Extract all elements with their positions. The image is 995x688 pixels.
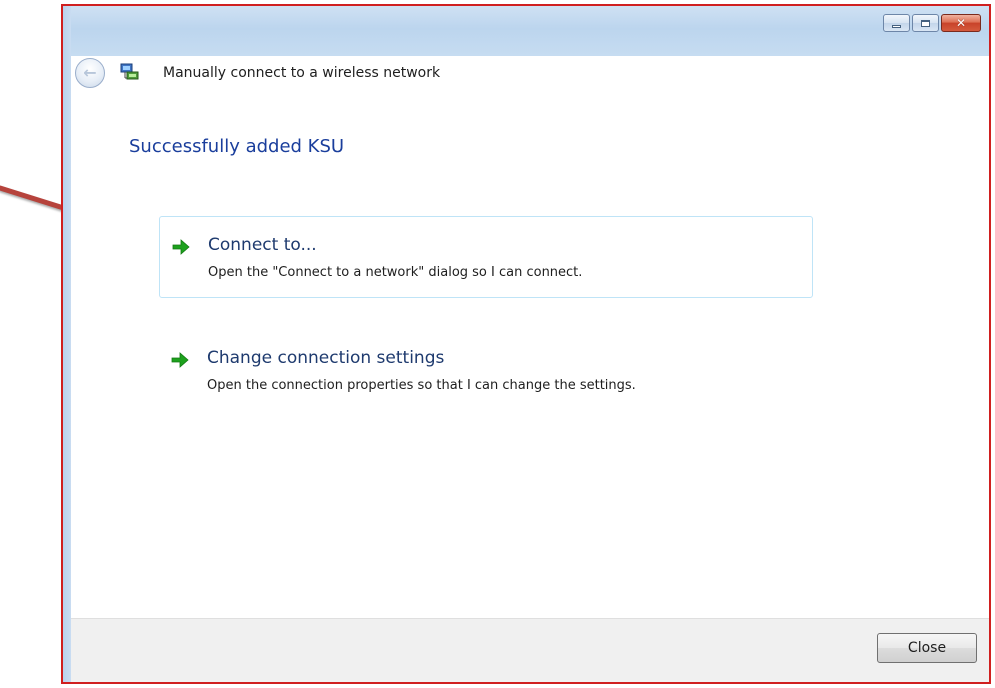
task-description: Open the "Connect to a network" dialog s…	[208, 265, 583, 280]
task-title: Change connection settings	[207, 348, 445, 368]
green-arrow-icon	[172, 239, 190, 255]
close-window-button[interactable]: ✕	[941, 14, 981, 32]
green-arrow-icon	[171, 352, 189, 368]
minimize-button[interactable]	[883, 14, 910, 32]
connect-to-task[interactable]: Connect to... Open the "Connect to a net…	[159, 216, 813, 298]
footer-bar: Close	[71, 618, 989, 682]
back-button[interactable]: ←	[75, 58, 105, 88]
maximize-icon	[921, 19, 930, 27]
task-title: Connect to...	[208, 235, 317, 255]
back-arrow-icon: ←	[83, 63, 97, 82]
content-area: Successfully added KSU Connect to... Ope…	[71, 96, 989, 618]
dialog-window: ✕ ← Manually connect to a wireless netwo…	[61, 4, 991, 684]
network-icon	[120, 63, 139, 80]
maximize-button[interactable]	[912, 14, 939, 32]
change-connection-settings-task[interactable]: Change connection settings Open the conn…	[159, 330, 813, 412]
close-icon: ✕	[955, 16, 967, 30]
window-border-left	[63, 6, 71, 682]
close-button[interactable]: Close	[877, 633, 977, 663]
task-description: Open the connection properties so that I…	[207, 378, 636, 393]
page-heading: Successfully added KSU	[129, 136, 345, 157]
window-controls: ✕	[883, 14, 981, 32]
title-bar: ✕	[63, 6, 989, 56]
wizard-title: Manually connect to a wireless network	[163, 65, 441, 81]
minimize-icon	[892, 24, 901, 28]
